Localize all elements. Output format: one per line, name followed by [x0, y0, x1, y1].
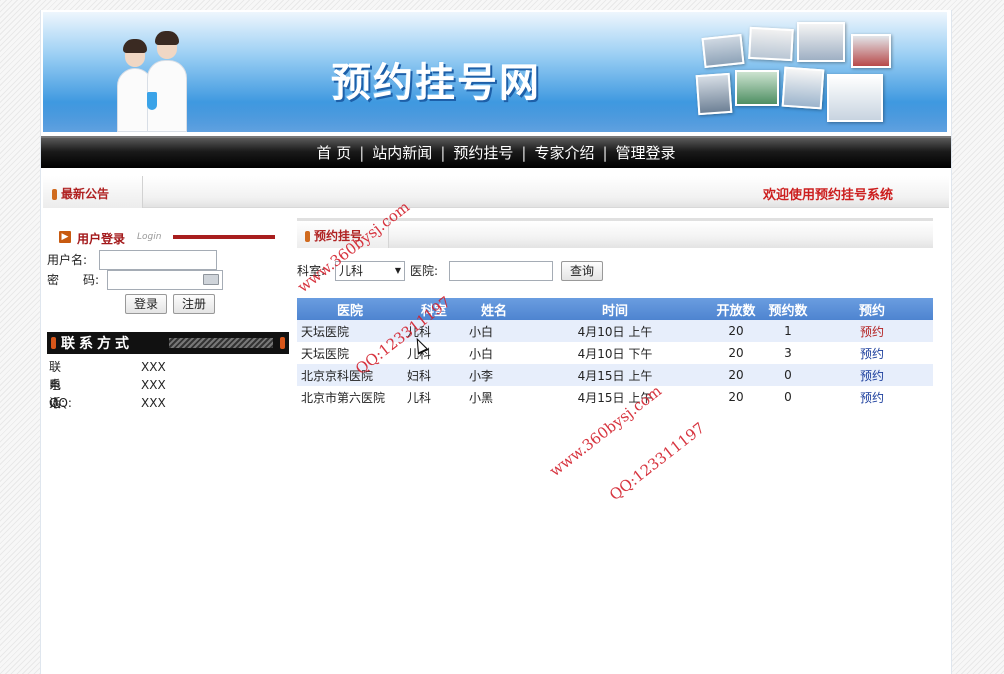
- cell-time: 4月15日 上午: [523, 386, 707, 408]
- page-container: 预约挂号网 首 页 | 站内新闻 | 预约挂号 | 专家介绍 | 管理登录 最新公告 欢迎使用预…: [40, 10, 952, 674]
- notice-bar: 最新公告 欢迎使用预约挂号系统: [43, 176, 949, 208]
- cell-open: 20: [707, 364, 765, 386]
- nav-home[interactable]: 首 页: [310, 144, 357, 162]
- login-button[interactable]: 登录: [125, 294, 168, 314]
- cell-name: 小白: [465, 320, 523, 342]
- contact-title: 联系方式: [61, 336, 133, 352]
- cell-name: 小李: [465, 364, 523, 386]
- contact-value: XXX: [141, 396, 166, 410]
- cell-dept: 妇科: [403, 364, 465, 386]
- query-button[interactable]: 查询: [561, 261, 604, 281]
- decorative-stripes: [169, 338, 273, 348]
- cell-booked: 0: [765, 386, 811, 408]
- arrow-right-icon: ▶: [59, 231, 71, 243]
- password-label: 密 码:: [47, 273, 100, 287]
- cell-booked: 1: [765, 320, 811, 342]
- col-header-time: 时间: [523, 298, 707, 320]
- login-header: ▶ 用户登录 Login: [49, 226, 277, 248]
- main-nav: 首 页 | 站内新闻 | 预约挂号 | 专家介绍 | 管理登录: [41, 136, 951, 168]
- site-title: 预约挂号网: [331, 59, 541, 106]
- cell-time: 4月15日 上午: [523, 364, 707, 386]
- photo-collage: [693, 18, 893, 128]
- col-header-name: 姓名: [465, 298, 523, 320]
- table-row: 北京京科医院 妇科 小李 4月15日 上午 20 0 预约: [297, 364, 933, 386]
- table-row: 北京市第六医院 儿科 小黑 4月15日 上午 20 0 预约: [297, 386, 933, 408]
- book-link[interactable]: 预约: [860, 347, 884, 361]
- cell-booked: 3: [765, 342, 811, 364]
- cell-time: 4月10日 下午: [523, 342, 707, 364]
- welcome-text: 欢迎使用预约挂号系统: [762, 188, 893, 203]
- login-title: 用户登录: [77, 232, 126, 246]
- site-banner: 预约挂号网: [43, 12, 947, 132]
- notice-tab: 最新公告: [43, 176, 143, 208]
- cell-hospital: 北京京科医院: [297, 364, 403, 386]
- bullet-icon: [305, 231, 310, 242]
- cell-dept: 儿科: [403, 386, 465, 408]
- hospital-input[interactable]: [449, 261, 553, 281]
- contact-value: XXX: [141, 360, 166, 374]
- cell-open: 20: [707, 386, 765, 408]
- cell-dept: 儿科: [403, 342, 465, 364]
- divider: [173, 235, 275, 239]
- table-header-row: 医院 科室 姓名 时间 开放数 预约数 预约: [297, 298, 933, 320]
- col-header-open: 开放数: [707, 298, 765, 320]
- nav-booking[interactable]: 预约挂号: [447, 144, 519, 162]
- contact-label: QQ:: [49, 396, 72, 410]
- nav-separator: |: [602, 144, 608, 162]
- cell-name: 小黑: [465, 386, 523, 408]
- book-link[interactable]: 预约: [860, 325, 884, 339]
- keyboard-icon[interactable]: [203, 274, 219, 285]
- search-bar: 科室: 儿科 ▼ 医院: 查询: [297, 260, 937, 282]
- cell-hospital: 北京市第六医院: [297, 386, 403, 408]
- book-link[interactable]: 预约: [860, 369, 884, 383]
- nav-experts[interactable]: 专家介绍: [528, 144, 600, 162]
- notice-label: 最新公告: [61, 187, 110, 201]
- cell-name: 小白: [465, 342, 523, 364]
- col-header-hospital: 医院: [297, 298, 403, 320]
- nav-news[interactable]: 站内新闻: [366, 144, 438, 162]
- bullet-icon: [52, 189, 57, 200]
- cell-time: 4月10日 上午: [523, 320, 707, 342]
- dropdown-arrow-icon: ▼: [394, 266, 401, 275]
- col-header-action: 预约: [811, 298, 933, 320]
- hospital-label: 医院:: [410, 264, 439, 278]
- login-subtitle: Login: [137, 232, 162, 242]
- nav-separator: |: [359, 144, 365, 162]
- col-header-booked: 预约数: [765, 298, 811, 320]
- lamp-icon: [51, 337, 56, 349]
- book-link[interactable]: 预约: [860, 391, 884, 405]
- flask-icon: [147, 92, 157, 110]
- cell-open: 20: [707, 320, 765, 342]
- register-button[interactable]: 注册: [173, 294, 216, 314]
- username-input[interactable]: [99, 250, 217, 270]
- username-label: 用户名:: [47, 253, 88, 267]
- lamp-icon: [280, 337, 285, 349]
- cell-booked: 0: [765, 364, 811, 386]
- nav-admin-login[interactable]: 管理登录: [610, 144, 682, 162]
- cell-open: 20: [707, 342, 765, 364]
- contact-header: 联系方式: [47, 332, 289, 354]
- contact-value: XXX: [141, 378, 166, 392]
- password-input[interactable]: [107, 270, 223, 290]
